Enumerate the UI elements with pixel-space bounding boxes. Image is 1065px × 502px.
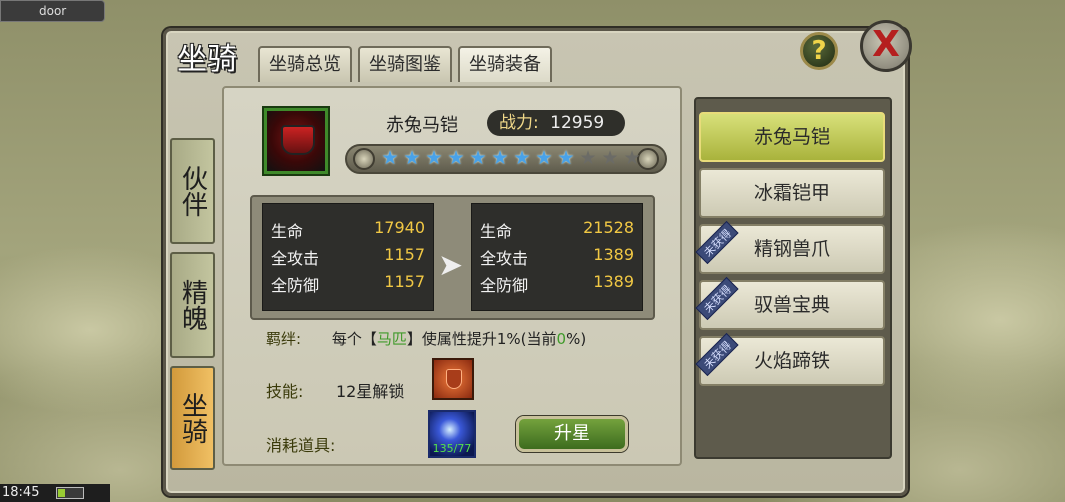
status-bar: 18:45	[0, 484, 110, 502]
skill-label: 技能:	[266, 382, 304, 401]
stat-value: 17940	[374, 218, 425, 237]
stat-key: 全攻击	[271, 249, 320, 268]
equip-item-label: 精钢兽爪	[753, 238, 830, 260]
side-tab-bar: 伙伴 精魄 坐骑	[170, 138, 215, 470]
stat-value: 1389	[593, 272, 634, 291]
stat-key: 全防御	[271, 276, 320, 295]
consume-label: 消耗道具:	[266, 436, 336, 455]
stat-key: 生命	[480, 222, 513, 241]
equip-item[interactable]: 赤兔马铠	[699, 112, 885, 162]
bond-text-mid: 】使属性提升1%(当前	[406, 330, 557, 348]
star-icon: ★	[403, 147, 421, 169]
tab-mount-codex[interactable]: 坐骑图鉴	[358, 46, 452, 82]
item-name: 赤兔马铠	[386, 115, 458, 136]
equip-item-label: 赤兔马铠	[753, 126, 830, 148]
power-label: 战力:	[499, 113, 539, 133]
bond-highlight: 马匹	[376, 330, 407, 348]
skill-unlock-text: 12星解锁	[336, 382, 405, 401]
not-obtained-ribbon: 未获得	[695, 220, 739, 265]
stat-value: 1389	[593, 245, 634, 264]
skill-shield-icon[interactable]	[432, 358, 474, 400]
equip-item[interactable]: 冰霜铠甲	[699, 168, 885, 218]
stat-row: 生命 21528	[480, 218, 634, 245]
stat-key: 全防御	[480, 276, 529, 295]
side-tab-label: 精魄	[177, 279, 208, 331]
current-stats: 生命 17940 全攻击 1157 全防御 1157	[262, 203, 434, 311]
bond-text-pre: 每个【	[331, 330, 377, 348]
next-stats: 生命 21528 全攻击 1389 全防御 1389	[471, 203, 643, 311]
stat-value: 1157	[384, 245, 425, 264]
star-icon: ★	[491, 147, 509, 169]
stat-row: 全攻击 1157	[271, 245, 425, 272]
stat-row: 生命 17940	[271, 218, 425, 245]
equip-item[interactable]: 未获得 驭兽宝典	[695, 276, 885, 330]
star-icon: ★	[513, 147, 531, 169]
armor-icon[interactable]	[264, 108, 328, 174]
star-icon: ★	[469, 147, 487, 169]
stat-key: 生命	[271, 222, 304, 241]
equip-item-label: 火焰蹄铁	[753, 350, 830, 372]
stat-row: 全防御 1157	[271, 272, 425, 299]
star-bar-left-knob-icon	[353, 148, 375, 170]
equip-item-label: 驭兽宝典	[753, 294, 830, 316]
power-badge: 战力: 12959	[487, 110, 625, 136]
bond-label: 羁绊:	[266, 330, 302, 348]
consume-count: 135/77	[432, 442, 472, 455]
side-tab-label: 伙伴	[177, 165, 208, 217]
side-tab-mount[interactable]: 坐骑	[170, 366, 215, 470]
stat-key: 全攻击	[480, 249, 529, 268]
star-rating: ★ ★ ★ ★ ★ ★ ★ ★ ★ ★ ★ ★	[380, 148, 642, 168]
star-icon: ★	[535, 147, 553, 169]
tab-bar: 坐骑总览 坐骑图鉴 坐骑装备	[258, 46, 552, 82]
side-tab-label: 坐骑	[177, 392, 208, 444]
upgrade-star-button[interactable]: 升星	[516, 416, 628, 452]
power-value: 12959	[550, 113, 605, 133]
consume-orb-icon[interactable]: 135/77	[428, 410, 476, 458]
close-icon[interactable]: X	[860, 20, 912, 72]
star-icon: ★	[557, 147, 575, 169]
stat-value: 21528	[583, 218, 634, 237]
equip-item[interactable]: 未获得 精钢兽爪	[695, 220, 885, 274]
not-obtained-ribbon: 未获得	[695, 332, 739, 377]
side-tab-partner[interactable]: 伙伴	[170, 138, 215, 244]
tab-mount-overview[interactable]: 坐骑总览	[258, 46, 352, 82]
stat-value: 1157	[384, 272, 425, 291]
status-time: 18:45	[2, 485, 40, 500]
star-icon: ★	[381, 147, 399, 169]
window-title: 坐骑	[177, 42, 237, 77]
help-icon[interactable]: ?	[800, 32, 838, 70]
bond-line: 羁绊: 每个【马匹】使属性提升1%(当前0%)	[266, 328, 586, 349]
stat-row: 全攻击 1389	[480, 245, 634, 272]
equip-item-label: 冰霜铠甲	[753, 182, 830, 204]
tab-mount-equipment[interactable]: 坐骑装备	[458, 46, 552, 82]
equip-item[interactable]: 未获得 火焰蹄铁	[695, 332, 885, 386]
side-tab-spirit[interactable]: 精魄	[170, 252, 215, 358]
star-icon: ★	[447, 147, 465, 169]
star-icon: ★	[579, 147, 597, 169]
star-icon: ★	[601, 147, 619, 169]
bond-current: 0	[556, 330, 567, 348]
top-tag: door	[0, 0, 105, 22]
bond-text-post: %)	[566, 330, 587, 348]
star-icon: ★	[425, 147, 443, 169]
not-obtained-ribbon: 未获得	[695, 276, 739, 321]
star-icon: ★	[623, 147, 641, 169]
stat-row: 全防御 1389	[480, 272, 634, 299]
arrow-right-icon: ➤	[438, 248, 464, 283]
battery-icon	[56, 487, 84, 499]
